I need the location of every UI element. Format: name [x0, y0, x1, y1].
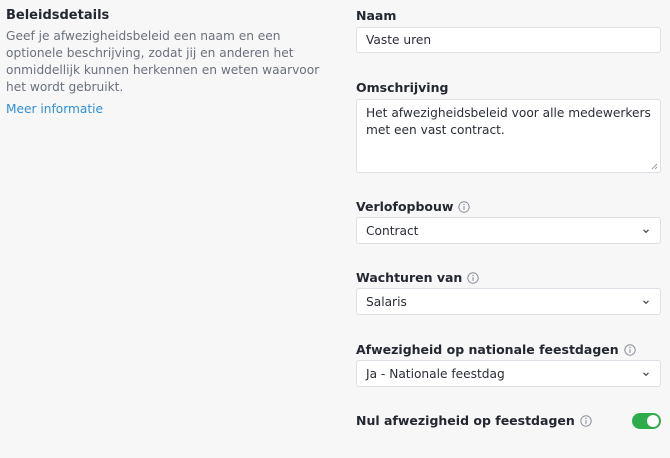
- toggle-knob: [647, 415, 659, 427]
- wait-hours-label: Wachturen van: [356, 269, 480, 286]
- chevron-down-icon: [643, 299, 649, 304]
- holidays-select[interactable]: Ja - Nationale feestdag: [356, 360, 661, 387]
- holidays-label-text: Afwezigheid op nationale feestdagen: [356, 342, 619, 357]
- info-circle-icon[interactable]: [467, 271, 480, 284]
- description-textarea[interactable]: Het afwezigheidsbeleid voor alle medewer…: [356, 99, 661, 173]
- zero-absence-label-text: Nul afwezigheid op feestdagen: [356, 413, 575, 428]
- section-title: Beleidsdetails: [6, 8, 110, 23]
- name-label: Naam: [356, 7, 396, 24]
- wait-hours-select-value: Salaris: [366, 294, 407, 309]
- description-textarea-value: Het afwezigheidsbeleid voor alle medewer…: [366, 106, 651, 137]
- policy-details-intro: Beleidsdetails Geef je afwezigheidsbelei…: [6, 7, 326, 118]
- wait-hours-select[interactable]: Salaris: [356, 288, 661, 315]
- name-label-text: Naam: [356, 8, 397, 23]
- more-info-link[interactable]: Meer informatie: [6, 101, 103, 118]
- accrual-select[interactable]: Contract: [356, 217, 661, 244]
- info-circle-icon[interactable]: [458, 200, 471, 213]
- accrual-label-text: Verlofopbouw: [356, 199, 454, 214]
- chevron-down-icon: [643, 371, 649, 376]
- resize-handle-icon[interactable]: [650, 162, 658, 170]
- accrual-label: Verlofopbouw: [356, 198, 471, 215]
- name-input[interactable]: Vaste uren: [356, 27, 661, 53]
- chevron-down-icon: [643, 228, 649, 233]
- section-description: Geef je afwezigheidsbeleid een naam en e…: [6, 29, 320, 94]
- description-label-text: Omschrijving: [356, 80, 449, 95]
- holidays-select-value: Ja - Nationale feestdag: [366, 366, 505, 381]
- holidays-label: Afwezigheid op nationale feestdagen: [356, 341, 636, 358]
- wait-hours-label-text: Wachturen van: [356, 270, 463, 285]
- info-circle-icon[interactable]: [623, 343, 636, 356]
- accrual-select-value: Contract: [366, 223, 419, 238]
- zero-absence-toggle[interactable]: [632, 413, 661, 429]
- name-input-value: Vaste uren: [366, 33, 432, 47]
- zero-absence-label: Nul afwezigheid op feestdagen: [356, 412, 592, 429]
- info-circle-icon[interactable]: [580, 414, 592, 427]
- description-label: Omschrijving: [356, 79, 448, 96]
